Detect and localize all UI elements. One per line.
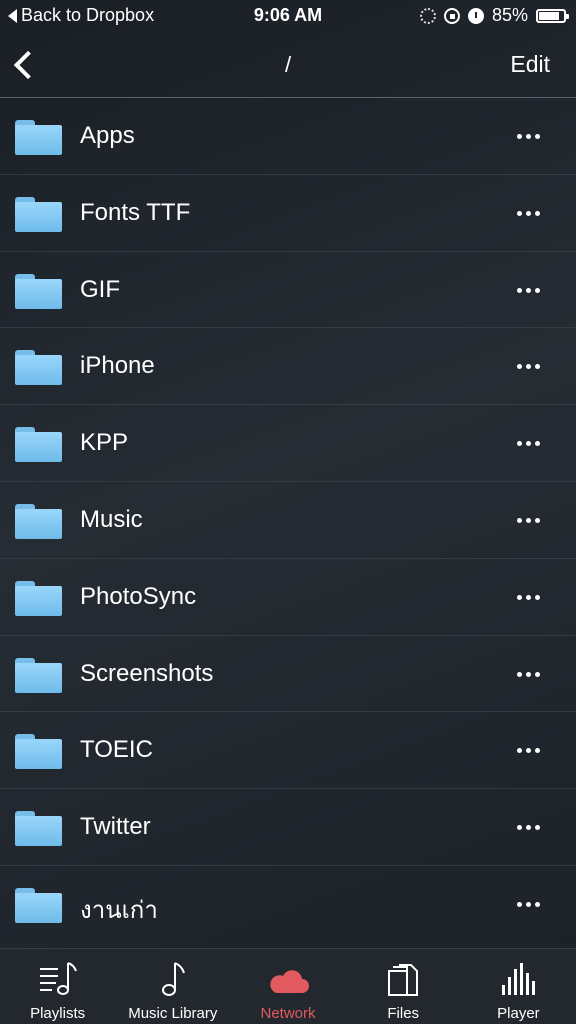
orientation-lock-icon: [443, 7, 460, 24]
playlists-icon: [36, 959, 80, 999]
file-list: Apps Fonts TTF GIF iPhone KPP Music PhotoSync S…: [0, 98, 576, 943]
list-item[interactable]: Screenshots: [0, 636, 576, 713]
battery-fill: [539, 11, 560, 20]
more-options-icon[interactable]: [517, 594, 540, 600]
folder-icon: [15, 427, 62, 463]
list-item-label: Screenshots: [80, 659, 214, 687]
list-item-label: iPhone: [80, 352, 155, 380]
list-item-label: TOEIC: [80, 736, 153, 764]
folder-body: [15, 892, 62, 923]
list-item-label: Fonts TTF: [80, 198, 191, 226]
tab-network[interactable]: Network: [230, 949, 345, 1024]
folder-icon: [15, 503, 62, 539]
tab-label: Playlists: [30, 1005, 86, 1022]
music-note-icon: [151, 959, 195, 999]
list-item[interactable]: KPP: [0, 405, 576, 482]
more-options-icon[interactable]: [517, 134, 540, 139]
more-options-icon[interactable]: [517, 441, 540, 447]
equalizer-icon: [496, 959, 540, 999]
more-options-icon[interactable]: [517, 364, 540, 370]
files-icon: [381, 959, 425, 999]
folder-body: [15, 739, 62, 770]
cloud-icon: [266, 959, 310, 999]
list-item-label: PhotoSync: [80, 582, 197, 610]
tab-label: Music Library: [128, 1005, 218, 1022]
alarm-icon: [467, 7, 484, 24]
folder-body: [15, 432, 62, 463]
edit-button[interactable]: Edit: [510, 51, 550, 78]
list-item[interactable]: GIF: [0, 252, 576, 329]
more-options-icon[interactable]: [517, 825, 540, 831]
tab-files[interactable]: Files: [346, 949, 461, 1024]
page-title: /: [284, 52, 292, 77]
list-item[interactable]: Music: [0, 482, 576, 559]
folder-body: [15, 585, 62, 616]
list-item-label: Apps: [80, 122, 135, 149]
more-options-icon[interactable]: [517, 748, 540, 754]
more-options-icon[interactable]: [517, 901, 540, 907]
tab-label: Files: [387, 1005, 420, 1022]
activity-spinner-icon: [419, 7, 436, 24]
list-item-label: งานเก่า: [80, 896, 158, 924]
folder-body: [15, 816, 62, 847]
folder-icon: [15, 196, 62, 232]
more-options-icon[interactable]: [517, 517, 540, 523]
list-item[interactable]: PhotoSync: [0, 559, 576, 636]
battery-icon: [536, 8, 569, 23]
battery-percent: 85%: [491, 5, 528, 25]
navigation-bar: / Edit: [0, 32, 576, 98]
list-item[interactable]: iPhone: [0, 328, 576, 406]
list-item-label: Music: [80, 505, 143, 533]
folder-icon: [15, 657, 62, 693]
status-indicators: 85%: [419, 5, 569, 26]
folder-body: [15, 355, 62, 386]
status-bar: Back to Dropbox 9:06 AM 85%: [0, 0, 576, 32]
folder-icon: [15, 120, 62, 155]
folder-icon: [15, 811, 62, 847]
folder-icon: [15, 350, 62, 386]
more-options-icon[interactable]: [517, 287, 540, 293]
list-item[interactable]: งานเก่า: [0, 866, 576, 943]
folder-icon: [15, 734, 62, 770]
folder-body: [15, 278, 62, 309]
folder-icon: [15, 273, 62, 309]
list-item-label: KPP: [80, 429, 129, 457]
folder-body: [15, 201, 62, 232]
app-root: Back to Dropbox 9:06 AM 85% / Edit Apps F…: [0, 0, 576, 1024]
tab-playlists[interactable]: Playlists: [0, 949, 115, 1024]
list-item-label: Twitter: [80, 813, 151, 841]
tab-bar: Playlists Music Library Network Files Player: [0, 948, 576, 1024]
tab-label: Network: [260, 1005, 316, 1022]
list-item[interactable]: Twitter: [0, 789, 576, 866]
list-item[interactable]: Fonts TTF: [0, 175, 576, 252]
folder-icon: [15, 580, 62, 616]
tab-player[interactable]: Player: [461, 949, 576, 1024]
tab-music-library[interactable]: Music Library: [115, 949, 230, 1024]
more-options-icon[interactable]: [517, 210, 540, 216]
list-item[interactable]: TOEIC: [0, 712, 576, 790]
folder-icon: [15, 887, 62, 923]
folder-body: [15, 508, 62, 539]
list-item-label: GIF: [80, 275, 120, 303]
folder-body: [15, 125, 62, 155]
folder-body: [15, 662, 62, 693]
list-item[interactable]: Apps: [0, 98, 576, 175]
tab-label: Player: [497, 1005, 540, 1022]
more-options-icon[interactable]: [517, 671, 540, 677]
